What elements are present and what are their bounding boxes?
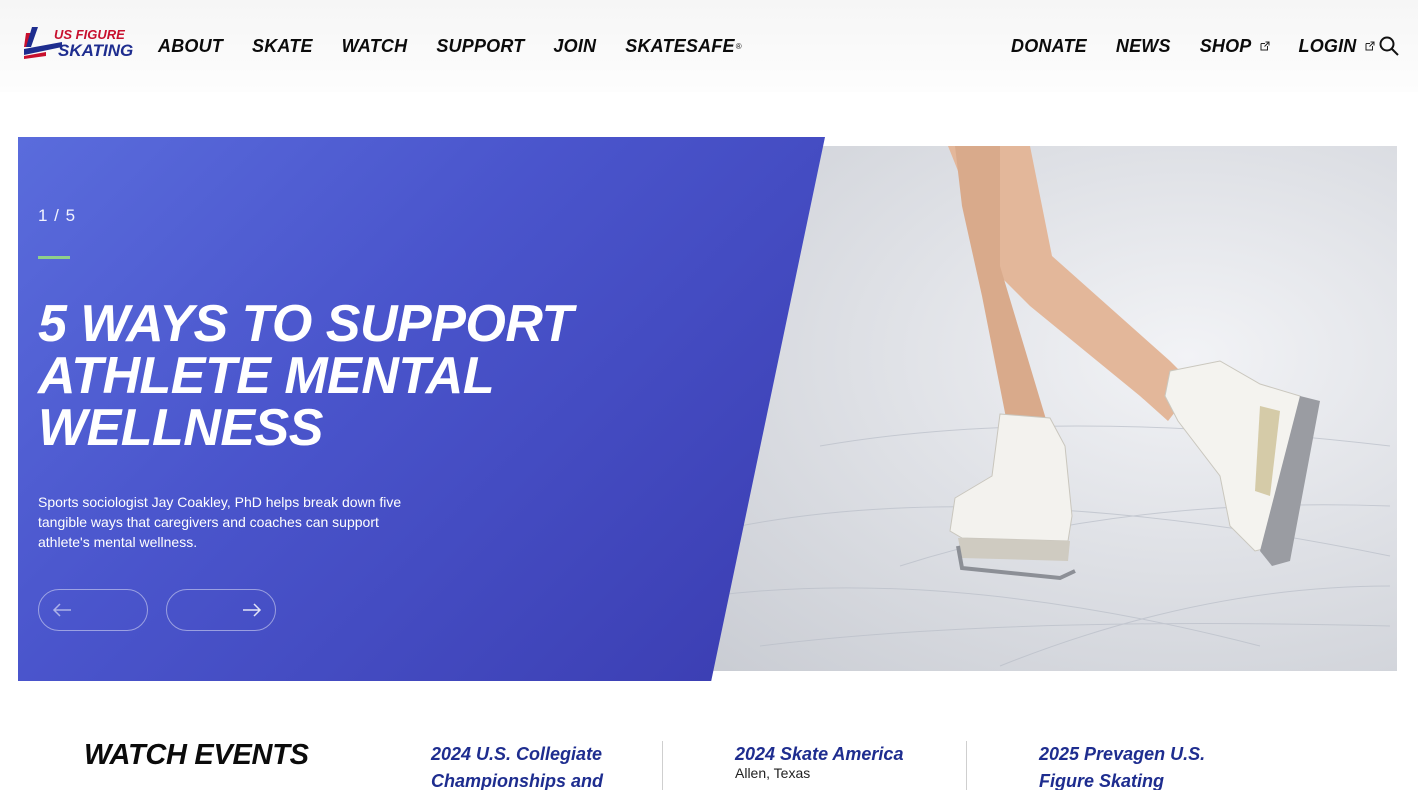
nav-news[interactable]: NEWS	[1116, 36, 1171, 57]
nav-about-label: ABOUT	[158, 35, 223, 56]
accent-bar	[38, 256, 70, 259]
nav-skatesafe-label: SKATESAFE	[625, 35, 735, 56]
arrow-left-icon	[52, 603, 71, 617]
nav-skate[interactable]: SKATE	[252, 36, 313, 57]
nav-about[interactable]: ABOUT	[158, 36, 223, 57]
event-divider	[966, 741, 967, 790]
nav-login[interactable]: LOGIN	[1299, 36, 1375, 57]
event-title[interactable]: 2024 U.S. Collegiate Championships and	[431, 741, 631, 790]
event-card[interactable]: 2025 Prevagen U.S. Figure Skating	[1039, 741, 1239, 790]
registered-mark: ®	[735, 41, 742, 51]
nav-shop-label: SHOP	[1199, 35, 1252, 56]
external-link-icon	[1365, 41, 1374, 51]
nav-watch[interactable]: WATCH	[342, 36, 408, 57]
event-card[interactable]: 2024 Skate America Allen, Texas	[735, 741, 935, 781]
nav-donate[interactable]: DONATE	[1011, 36, 1087, 57]
nav-join[interactable]: JOIN	[553, 36, 596, 57]
secondary-nav: DONATE NEWS SHOP LOGIN	[1011, 35, 1404, 57]
nav-news-label: NEWS	[1115, 35, 1171, 56]
us-figure-skating-logo[interactable]: US FIGURE SKATING	[22, 25, 134, 61]
nav-support-label: SUPPORT	[436, 35, 525, 56]
arrow-right-icon	[243, 603, 262, 617]
site-header: US FIGURE SKATING ABOUT SKATE WATCH SUPP…	[0, 0, 1418, 92]
event-card[interactable]: 2024 U.S. Collegiate Championships and	[431, 741, 631, 790]
nav-support[interactable]: SUPPORT	[436, 36, 524, 57]
external-link-icon	[1260, 41, 1269, 51]
nav-donate-label: DONATE	[1011, 35, 1087, 56]
nav-skate-label: SKATE	[252, 35, 313, 56]
svg-text:US FIGURE: US FIGURE	[54, 27, 125, 42]
svg-text:SKATING: SKATING	[58, 41, 133, 60]
nav-watch-label: WATCH	[341, 35, 408, 56]
primary-nav: ABOUT SKATE WATCH SUPPORT JOIN SKATESAFE…	[158, 35, 771, 57]
event-divider	[662, 741, 663, 790]
carousel-next-button[interactable]	[166, 589, 276, 631]
nav-join-label: JOIN	[553, 35, 597, 56]
watch-events-heading: WATCH EVENTS	[84, 739, 309, 771]
event-title[interactable]: 2025 Prevagen U.S. Figure Skating	[1039, 741, 1239, 790]
hero-title[interactable]: 5 WAYS TO SUPPORT ATHLETE MENTAL WELLNES…	[38, 298, 678, 454]
carousel-prev-button[interactable]	[38, 589, 148, 631]
event-title[interactable]: 2024 Skate America	[735, 741, 935, 768]
hero-description: Sports sociologist Jay Coakley, PhD help…	[38, 494, 402, 550]
nav-login-label: LOGIN	[1298, 35, 1357, 56]
search-icon[interactable]	[1379, 36, 1399, 56]
nav-skatesafe[interactable]: SKATESAFE ®	[625, 36, 742, 57]
slide-counter: 1 / 5	[38, 206, 77, 225]
nav-shop[interactable]: SHOP	[1200, 36, 1270, 57]
